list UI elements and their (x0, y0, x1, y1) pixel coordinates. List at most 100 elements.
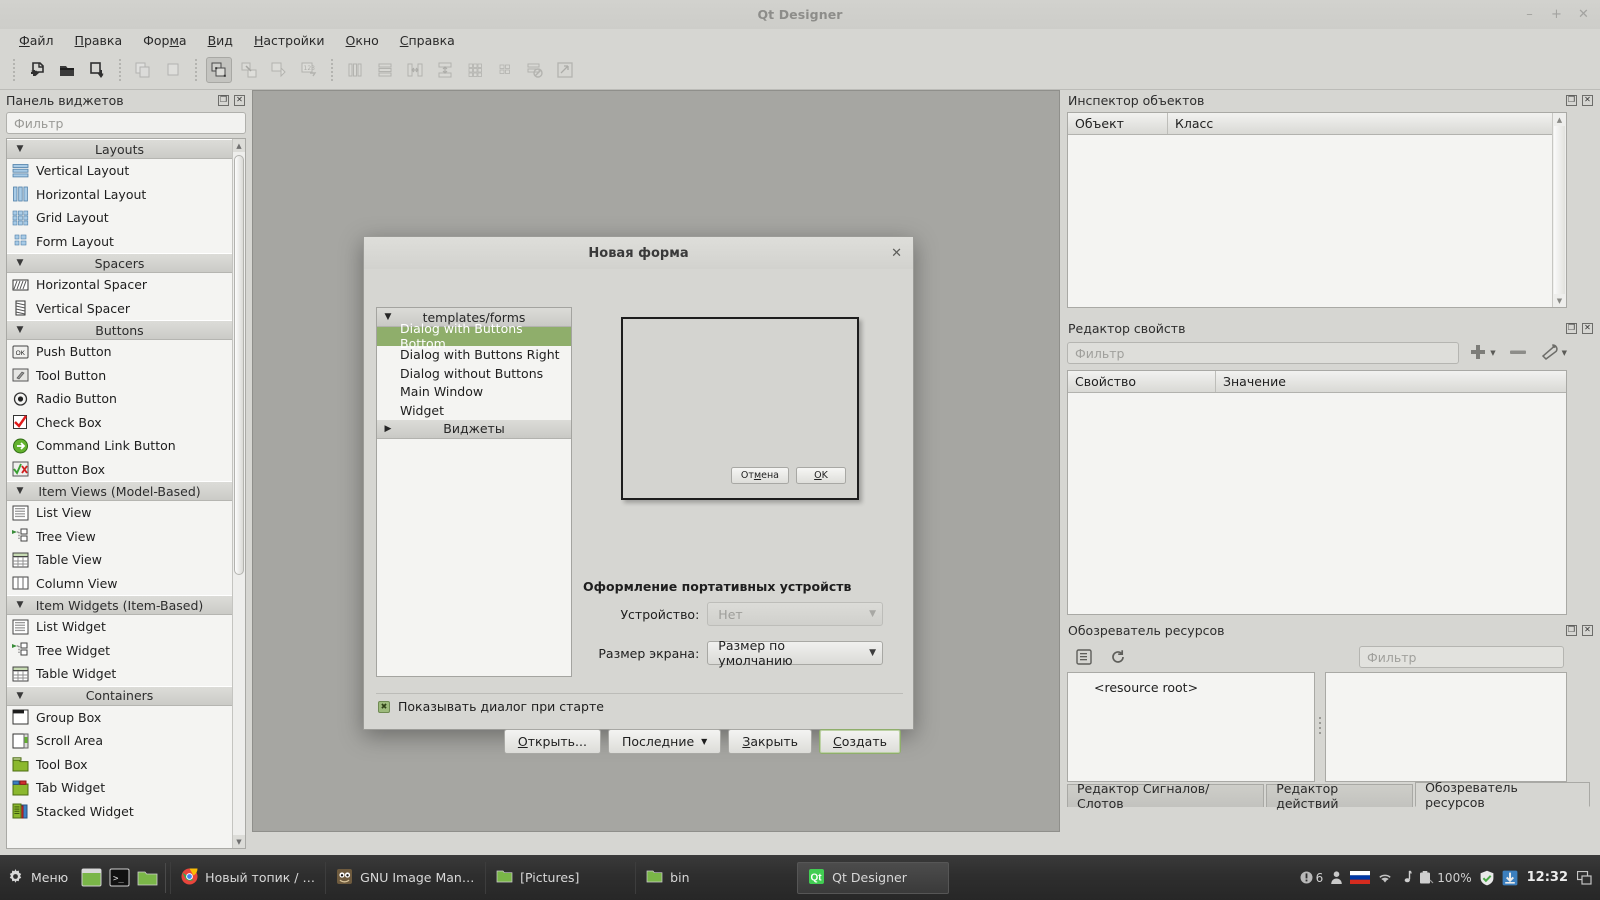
edit-widgets-icon[interactable] (206, 57, 232, 83)
task-pictures[interactable]: [Pictures] (485, 861, 635, 894)
open-button[interactable]: Открыть... (503, 729, 601, 754)
float-icon[interactable]: ❐ (1566, 322, 1577, 334)
widget-category-layouts[interactable]: ▼ Layouts (7, 139, 232, 159)
menu-help[interactable]: Справка (391, 31, 464, 50)
battery-icon[interactable]: 100% (1419, 870, 1472, 885)
device-combo[interactable]: Нет ▼ (707, 602, 883, 626)
template-tree[interactable]: ▼ templates/forms Dialog with Buttons Bo… (376, 307, 572, 677)
column-class[interactable]: Класс (1168, 113, 1566, 134)
widget-item-table-view[interactable]: Table View (7, 548, 232, 572)
close-icon[interactable]: ✕ (1582, 94, 1593, 106)
notifications-icon[interactable]: 6 (1300, 870, 1323, 885)
property-filter-input[interactable]: Фильтр (1067, 342, 1460, 364)
widget-category-containers[interactable]: ▼ Containers (7, 685, 232, 706)
widget-item-horizontal-layout[interactable]: Horizontal Layout (7, 183, 232, 207)
console-icon[interactable]: >_ (108, 867, 130, 889)
layout-grid-icon[interactable] (462, 57, 488, 83)
tab-resource-browser[interactable]: Обозреватель ресурсов (1415, 780, 1590, 810)
widget-list-scrollbar[interactable]: ▲ ▼ (232, 139, 245, 848)
widget-item-scroll-area[interactable]: Scroll Area (7, 729, 232, 753)
show-on-startup-checkbox[interactable]: ✖ (378, 700, 390, 713)
task-gimp[interactable]: GNU Image Manipul... (325, 861, 485, 894)
start-menu-button[interactable]: Меню (0, 855, 77, 900)
widget-item-check-box[interactable]: Check Box (7, 411, 232, 435)
template-item-dialog-buttons-right[interactable]: Dialog with Buttons Right (377, 346, 571, 365)
widget-item-table-widget[interactable]: Table Widget (7, 662, 232, 686)
widget-item-radio-button[interactable]: Radio Button (7, 387, 232, 411)
splitter-handle[interactable] (1315, 672, 1325, 782)
tab-action-editor[interactable]: Редактор действий (1266, 781, 1414, 811)
widget-category-spacers[interactable]: ▼ Spacers (7, 253, 232, 273)
resource-tree[interactable]: <resource root> (1067, 672, 1315, 782)
screen-size-combo[interactable]: Размер по умолчанию ▼ (707, 638, 883, 668)
close-button[interactable]: Закрыть (728, 729, 813, 754)
maximize-icon[interactable]: + (1550, 8, 1563, 21)
recent-button[interactable]: Последние ▼ (607, 729, 722, 754)
chevron-down-icon[interactable]: ▼ (1562, 349, 1567, 357)
task-qt-designer[interactable]: Qt Qt Designer (797, 861, 950, 894)
chevron-down-icon[interactable]: ▼ (7, 600, 33, 610)
template-item-dialog-buttons-bottom[interactable]: Dialog with Buttons Bottom (377, 321, 571, 351)
object-inspector-scrollbar[interactable]: ▲ ▼ (1552, 113, 1566, 307)
audio-icon[interactable] (1400, 870, 1412, 885)
edit-buddies-icon[interactable] (266, 57, 292, 83)
widget-item-horizontal-spacer[interactable]: Horizontal Spacer (7, 273, 232, 297)
widget-item-tree-view[interactable]: Tree View (7, 525, 232, 549)
widget-item-tree-widget[interactable]: Tree Widget (7, 639, 232, 663)
widget-item-push-button[interactable]: OK Push Button (7, 340, 232, 364)
open-form-icon[interactable] (54, 57, 80, 83)
tab-signal-slot-editor[interactable]: Редактор Сигналов/Слотов (1067, 781, 1265, 811)
widget-item-vertical-spacer[interactable]: Vertical Spacer (7, 297, 232, 321)
menu-file[interactable]: Файл (10, 31, 63, 50)
template-item-dialog-without-buttons[interactable]: Dialog without Buttons (377, 364, 571, 383)
chevron-down-icon[interactable]: ▼ (7, 486, 33, 496)
column-object[interactable]: Объект (1068, 113, 1168, 134)
template-group-widgets[interactable]: ▶ Виджеты (377, 419, 571, 439)
resource-filter-input[interactable]: Фильтр (1359, 646, 1564, 668)
shield-icon[interactable] (1479, 870, 1495, 886)
template-item-main-window[interactable]: Main Window (377, 383, 571, 402)
break-layout-icon[interactable] (522, 57, 548, 83)
template-item-widget[interactable]: Widget (377, 401, 571, 420)
column-value[interactable]: Значение (1216, 371, 1566, 392)
chevron-right-icon[interactable]: ▶ (377, 424, 399, 434)
widget-item-tool-button[interactable]: Tool Button (7, 364, 232, 388)
scroll-down-icon[interactable]: ▼ (233, 835, 245, 848)
scrollbar-thumb[interactable] (234, 155, 244, 575)
scroll-up-icon[interactable]: ▲ (1553, 113, 1566, 126)
scroll-up-icon[interactable]: ▲ (233, 139, 245, 152)
keyboard-layout-flag-icon[interactable] (1350, 871, 1371, 884)
chevron-down-icon[interactable]: ▼ (7, 258, 33, 268)
edit-tab-order-icon[interactable]: 123 (296, 57, 322, 83)
taskbar-clock[interactable]: 12:32 (1525, 870, 1570, 885)
scrollbar-track[interactable] (1554, 126, 1565, 294)
chevron-down-icon[interactable]: ▼ (7, 691, 33, 701)
paste-icon[interactable] (160, 57, 186, 83)
save-form-icon[interactable] (84, 57, 110, 83)
widget-item-column-view[interactable]: Column View (7, 572, 232, 596)
wifi-icon[interactable] (1377, 871, 1393, 884)
widget-item-stacked-widget[interactable]: Stacked Widget (7, 800, 232, 824)
widget-item-group-box[interactable]: Group Box (7, 706, 232, 730)
chevron-down-icon[interactable]: ▼ (1490, 349, 1495, 357)
layout-splitter-vertical-icon[interactable] (432, 57, 458, 83)
scroll-down-icon[interactable]: ▼ (1553, 294, 1566, 307)
layout-splitter-horizontal-icon[interactable] (402, 57, 428, 83)
adjust-size-icon[interactable] (552, 57, 578, 83)
resource-root-item[interactable]: <resource root> (1094, 680, 1198, 695)
edit-resources-icon[interactable] (1072, 645, 1096, 669)
toolbar-handle[interactable] (13, 59, 15, 81)
widget-item-list-widget[interactable]: List Widget (7, 615, 232, 639)
close-icon[interactable]: ✕ (1582, 322, 1593, 334)
resource-preview-list[interactable] (1325, 672, 1567, 782)
add-icon[interactable] (1468, 342, 1488, 365)
updates-icon[interactable] (1502, 870, 1518, 886)
task-bin[interactable]: bin (635, 861, 785, 894)
widget-item-tab-widget[interactable]: Tab Widget (7, 776, 232, 800)
float-icon[interactable]: ❐ (1566, 624, 1577, 636)
create-button[interactable]: Создать (819, 729, 901, 754)
remove-icon[interactable] (1498, 342, 1529, 365)
chevron-down-icon[interactable]: ▼ (377, 312, 399, 322)
close-icon[interactable]: ✕ (234, 94, 245, 106)
widget-item-command-link-button[interactable]: Command Link Button (7, 434, 232, 458)
